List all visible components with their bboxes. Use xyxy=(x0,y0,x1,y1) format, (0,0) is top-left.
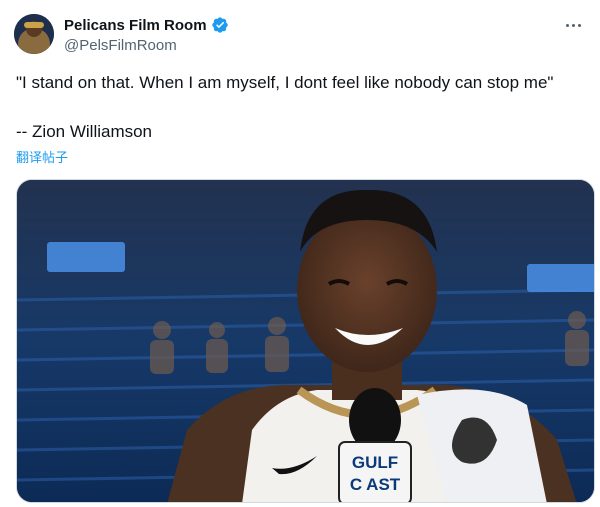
tweet-card: Pelicans Film Room @PelsFilmRoom "I stan… xyxy=(0,0,600,507)
verified-badge-icon xyxy=(211,17,228,33)
avatar-image xyxy=(14,14,54,54)
avatar[interactable] xyxy=(14,14,54,54)
handle[interactable]: @PelsFilmRoom xyxy=(64,37,177,54)
more-options-icon[interactable] xyxy=(562,14,584,36)
translate-post-link[interactable]: 翻译帖子 xyxy=(16,147,68,166)
tweet-media-photo[interactable]: GULF C AST xyxy=(16,179,595,503)
name-row: Pelicans Film Room xyxy=(64,16,229,34)
display-name[interactable]: Pelicans Film Room xyxy=(64,17,207,34)
tweet-text-line-2: -- Zion Williamson xyxy=(16,122,153,141)
mic-flag-text-1: GULF xyxy=(352,453,398,472)
tweet-text-line-1: "I stand on that. When I am myself, I do… xyxy=(16,73,554,92)
photo-illustration: GULF C AST xyxy=(17,180,594,502)
mic-flag-text-2: C AST xyxy=(350,475,401,494)
